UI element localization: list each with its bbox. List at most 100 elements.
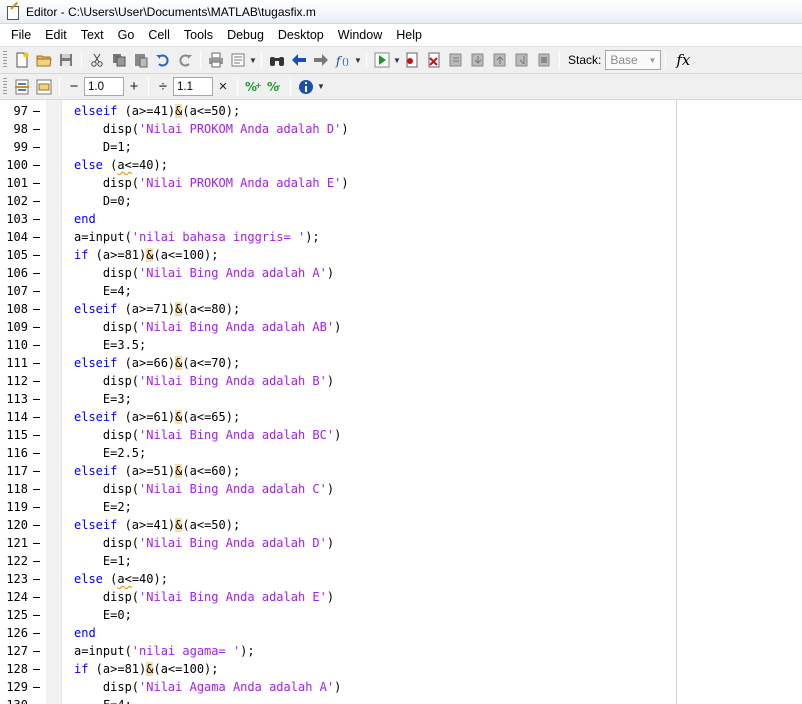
evaluate-cell-button[interactable] (33, 76, 55, 98)
code-line[interactable]: 109 disp('Nilai Bing Anda adalah AB') (0, 318, 802, 336)
code-line[interactable]: 103 end (0, 210, 802, 228)
code-text: elseif (a>=41)&(a<=50); (74, 516, 240, 534)
divisor-value-field[interactable] (173, 77, 213, 96)
decrement-button[interactable]: − (64, 78, 84, 95)
step-out-button[interactable] (489, 49, 511, 71)
code-line[interactable]: 99 D=1; (0, 138, 802, 156)
code-line[interactable]: 101 disp('Nilai PROKOM Anda adalah E') (0, 174, 802, 192)
toolbar-grip[interactable] (3, 51, 7, 69)
code-line[interactable]: 122 E=1; (0, 552, 802, 570)
code-line[interactable]: 126 end (0, 624, 802, 642)
menu-go[interactable]: Go (111, 24, 142, 46)
code-line[interactable]: 127 a=input('nilai agama= '); (0, 642, 802, 660)
toolbar-grip[interactable] (3, 77, 7, 96)
code-line[interactable]: 104 a=input('nilai bahasa inggris= '); (0, 228, 802, 246)
stack-select[interactable]: Base ▼ (605, 50, 662, 70)
function-browser-button[interactable]: fx (670, 51, 696, 69)
save-button[interactable] (55, 49, 77, 71)
percent-comment-button[interactable]: % + (242, 76, 264, 98)
code-line[interactable]: 106 disp('Nilai Bing Anda adalah A') (0, 264, 802, 282)
code-token: (a>=41) (117, 104, 176, 118)
code-line[interactable]: 97 elseif (a>=41)&(a<=50); (0, 102, 802, 120)
code-token: disp( (74, 374, 140, 388)
copy-button[interactable] (108, 49, 130, 71)
menu-tools[interactable]: Tools (177, 24, 220, 46)
code-line[interactable]: 114 elseif (a>=61)&(a<=65); (0, 408, 802, 426)
code-line[interactable]: 111 elseif (a>=66)&(a<=70); (0, 354, 802, 372)
line-number: 127 (6, 644, 28, 658)
code-line[interactable]: 102 D=0; (0, 192, 802, 210)
code-line[interactable]: 130 F=4; (0, 696, 802, 704)
function-button[interactable]: f() (332, 49, 354, 71)
find-button[interactable] (266, 49, 288, 71)
menu-help[interactable]: Help (389, 24, 429, 46)
menu-text[interactable]: Text (74, 24, 111, 46)
exit-debug-button[interactable] (533, 49, 555, 71)
code-line[interactable]: 113 E=3; (0, 390, 802, 408)
line-number: 112 (6, 374, 28, 388)
menu-window[interactable]: Window (331, 24, 389, 46)
code-token: (a<=50); (182, 104, 241, 118)
menu-debug[interactable]: Debug (220, 24, 271, 46)
insert-cell-divider-button[interactable] (11, 76, 33, 98)
code-line[interactable]: 128 if (a>=81)&(a<=100); (0, 660, 802, 678)
multiply-button[interactable]: × (213, 78, 233, 95)
chevron-down-icon[interactable]: ▼ (393, 49, 401, 71)
code-text: disp('Nilai Bing Anda adalah C') (74, 480, 334, 498)
menu-file[interactable]: File (4, 24, 38, 46)
code-line[interactable]: 125 E=0; (0, 606, 802, 624)
redo-button[interactable] (174, 49, 196, 71)
code-line[interactable]: 115 disp('Nilai Bing Anda adalah BC') (0, 426, 802, 444)
increment-value-field[interactable] (84, 77, 124, 96)
percent-uncomment-button[interactable]: % - (264, 76, 286, 98)
divide-button[interactable]: ÷ (153, 78, 173, 95)
menu-desktop[interactable]: Desktop (271, 24, 331, 46)
chevron-down-icon[interactable]: ▼ (317, 76, 325, 98)
code-line[interactable]: 124 disp('Nilai Bing Anda adalah E') (0, 588, 802, 606)
chevron-down-icon[interactable]: ▼ (249, 49, 257, 71)
menu-edit[interactable]: Edit (38, 24, 74, 46)
cut-button[interactable] (86, 49, 108, 71)
code-line[interactable]: 110 E=3.5; (0, 336, 802, 354)
increment-button[interactable]: + (124, 78, 144, 95)
code-line[interactable]: 121 disp('Nilai Bing Anda adalah D') (0, 534, 802, 552)
line-number: 110 (6, 338, 28, 352)
code-line[interactable]: 119 E=2; (0, 498, 802, 516)
code-line[interactable]: 98 disp('Nilai PROKOM Anda adalah D') (0, 120, 802, 138)
step-in-button[interactable] (467, 49, 489, 71)
code-line[interactable]: 116 E=2.5; (0, 444, 802, 462)
code-line[interactable]: 100 else (a<=40); (0, 156, 802, 174)
print-button[interactable] (205, 49, 227, 71)
back-button[interactable] (288, 49, 310, 71)
insert-cell-icon (15, 79, 29, 94)
step-button[interactable] (445, 49, 467, 71)
continue-button[interactable] (511, 49, 533, 71)
forward-button[interactable] (310, 49, 332, 71)
new-file-button[interactable] (11, 49, 33, 71)
code-folding-button[interactable] (227, 49, 249, 71)
paste-button[interactable] (130, 49, 152, 71)
run-button[interactable] (371, 49, 393, 71)
line-number: 126 (6, 626, 28, 640)
set-breakpoint-button[interactable] (401, 49, 423, 71)
code-editor[interactable]: 97 elseif (a>=41)&(a<=50); 98 disp('Nilai … (0, 100, 802, 704)
code-line[interactable]: 118 disp('Nilai Bing Anda adalah C') (0, 480, 802, 498)
code-text: D=1; (74, 138, 132, 156)
code-line[interactable]: 105 if (a>=81)&(a<=100); (0, 246, 802, 264)
line-number: 106 (6, 266, 28, 280)
clear-breakpoints-button[interactable] (423, 49, 445, 71)
code-line[interactable]: 129 disp('Nilai Agama Anda adalah A') (0, 678, 802, 696)
code-line[interactable]: 117 elseif (a>=51)&(a<=60); (0, 462, 802, 480)
chevron-down-icon[interactable]: ▼ (354, 49, 362, 71)
toolbar-separator (290, 77, 291, 96)
code-line[interactable]: 123 else (a<=40); (0, 570, 802, 588)
code-line[interactable]: 120 elseif (a>=41)&(a<=50); (0, 516, 802, 534)
code-token: =40); (131, 572, 168, 586)
open-file-button[interactable] (33, 49, 55, 71)
code-line[interactable]: 108 elseif (a>=71)&(a<=80); (0, 300, 802, 318)
code-line[interactable]: 112 disp('Nilai Bing Anda adalah B') (0, 372, 802, 390)
undo-button[interactable] (152, 49, 174, 71)
menu-cell[interactable]: Cell (141, 24, 177, 46)
code-line[interactable]: 107 E=4; (0, 282, 802, 300)
help-button[interactable] (295, 76, 317, 98)
